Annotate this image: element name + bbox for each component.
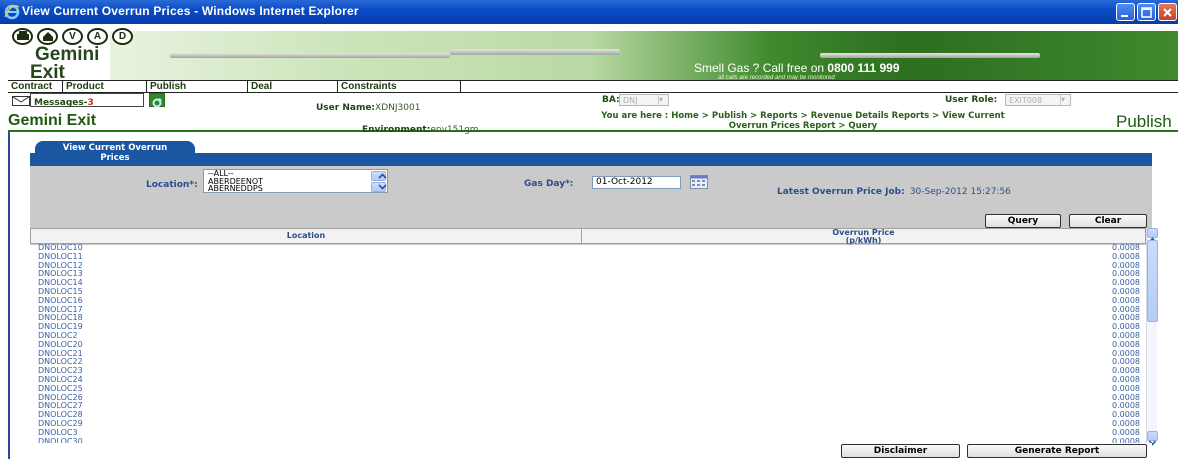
location-listbox[interactable]: --ALL-- ABERDEENOT ABERNEDDPS xyxy=(203,169,388,193)
tab-view-current-overrun-prices[interactable]: View Current Overrun Prices xyxy=(35,141,195,165)
panel-header-bar xyxy=(30,153,1152,166)
refresh-button[interactable] xyxy=(149,93,165,108)
table-header: Location Overrun Price (p/kWh) xyxy=(30,228,1146,245)
table-row: DNOLOC22 0.0008 xyxy=(30,358,1146,367)
table-row: DNOLOC18 0.0008 xyxy=(30,314,1146,323)
banner-pipe xyxy=(170,53,450,58)
breadcrumb: You are here : Home > Publish > Reports … xyxy=(508,111,1098,131)
table-row: DNOLOC16 0.0008 xyxy=(30,296,1146,306)
table-row: DNOLOC14 0.0008 xyxy=(30,278,1146,288)
close-button[interactable] xyxy=(1158,3,1177,21)
d-button[interactable]: D xyxy=(112,28,133,45)
table-row: DNOLOC19 0.0008 xyxy=(30,322,1146,332)
section-title: Publish xyxy=(1116,112,1172,131)
table-row: DNOLOC10 0.0008 xyxy=(30,244,1146,253)
close-icon xyxy=(1163,8,1172,17)
a-button[interactable]: A xyxy=(87,28,108,45)
disclaimer-button[interactable]: Disclaimer xyxy=(841,444,960,458)
latest-overrun-price-job: Latest Overrun Price Job: 30-Sep-2012 15… xyxy=(777,187,1011,197)
scroll-down-button[interactable] xyxy=(1147,431,1158,446)
listbox-scroll-down[interactable] xyxy=(371,182,387,192)
window-title: View Current Overrun Prices - Windows In… xyxy=(22,4,359,18)
table-row: DNOLOC28 0.0008 xyxy=(30,410,1146,420)
breadcrumb-line: Overrun Prices Report > Query xyxy=(728,121,878,131)
ba-select[interactable]: DNJ ▾ xyxy=(619,94,669,106)
browser-window: View Current Overrun Prices - Windows In… xyxy=(0,0,1178,459)
app-title: Gemini Exit xyxy=(8,112,97,129)
table-row: DNOLOC3 0.0008 xyxy=(30,428,1146,438)
banner-pipe xyxy=(450,49,620,55)
user-role-select[interactable]: EXIT008 ▾ xyxy=(1005,94,1071,106)
ba-label: BA: xyxy=(602,95,620,105)
table-row: DNOLOC23 0.0008 xyxy=(30,366,1146,376)
table-row: DNOLOC11 0.0008 xyxy=(30,252,1146,262)
table-scrollbar[interactable] xyxy=(1146,228,1158,446)
refresh-icon xyxy=(152,98,162,108)
query-button[interactable]: Query xyxy=(985,214,1061,228)
chevron-down-icon xyxy=(378,184,387,190)
maximize-icon xyxy=(1141,7,1152,18)
table-row: DNOLOC24 0.0008 xyxy=(30,375,1146,385)
smell-gas-notice: Smell Gas ? Call free on 0800 111 999 xyxy=(694,61,900,75)
menu-contract[interactable]: Contract xyxy=(8,81,62,93)
table-row: DNOLOC25 0.0008 xyxy=(30,384,1146,394)
generate-report-button[interactable]: Generate Report xyxy=(967,444,1147,458)
table-row: DNOLOC13 0.0008 xyxy=(30,270,1146,279)
page-edge xyxy=(1170,132,1178,459)
menu-publish[interactable]: Publish xyxy=(146,81,247,93)
home-icon xyxy=(42,32,53,41)
messages-label: Messages- xyxy=(34,98,88,108)
chevron-up-icon xyxy=(378,173,387,179)
home-button[interactable] xyxy=(37,28,58,45)
main-menu: Contract Product Publish Deal Constraint… xyxy=(8,80,1178,93)
scroll-thumb[interactable] xyxy=(1147,240,1158,322)
chevron-down-icon: ▾ xyxy=(1060,95,1069,105)
table-row: DNOLOC27 0.0008 xyxy=(30,402,1146,411)
listbox-scroll-up[interactable] xyxy=(371,171,387,181)
table-row: DNOLOC21 0.0008 xyxy=(30,349,1146,359)
menu-product[interactable]: Product xyxy=(62,81,146,93)
title-bar: View Current Overrun Prices - Windows In… xyxy=(0,0,1178,24)
location-option[interactable]: ABERNEDDPS xyxy=(204,185,387,193)
menu-constraints[interactable]: Constraints xyxy=(337,81,461,93)
table-row: DNOLOC15 0.0008 xyxy=(30,287,1146,297)
minimize-button[interactable] xyxy=(1116,3,1135,21)
messages-link[interactable]: Messages-3 xyxy=(30,93,144,108)
location-label: Location*: xyxy=(146,180,198,190)
calendar-icon[interactable] xyxy=(690,175,708,189)
table-row: DNOLOC26 0.0008 xyxy=(30,393,1146,403)
table-row: DNOLOC20 0.0008 xyxy=(30,340,1146,350)
page-header: Gemini Exit Environment:env151gm You are… xyxy=(8,110,1178,135)
clear-button[interactable]: Clear xyxy=(1069,214,1147,228)
info-row: Messages-3 User Name:XDNJ3001 BA: DNJ ▾ U… xyxy=(8,93,1178,113)
gas-day-label: Gas Day*: xyxy=(524,179,574,189)
menu-deal[interactable]: Deal xyxy=(247,81,337,93)
tab-label: Prices xyxy=(100,153,130,163)
breadcrumb-line: You are here : Home > Publish > Reports … xyxy=(601,111,1005,121)
table-row: DNOLOC17 0.0008 xyxy=(30,305,1146,315)
v-button[interactable]: V xyxy=(62,28,83,45)
internet-explorer-icon xyxy=(4,4,20,20)
print-button[interactable] xyxy=(12,28,33,45)
printer-icon xyxy=(16,31,29,40)
messages-count: 3 xyxy=(87,98,94,108)
banner-pipe xyxy=(820,53,1040,58)
column-header-overrun-price: Overrun Price (p/kWh) xyxy=(832,228,895,245)
envelope-icon[interactable] xyxy=(12,96,30,106)
scroll-up-button[interactable] xyxy=(1147,228,1158,243)
gas-day-input[interactable]: 01-Oct-2012 xyxy=(592,176,681,189)
table-row: DNOLOC2 0.0008 xyxy=(30,331,1146,341)
results-table: DNOLOC10 0.0008 DNOLOC11 0.0008 DNOLOC12 0.00… xyxy=(30,244,1146,443)
table-row: DNOLOC12 0.0008 xyxy=(30,261,1146,271)
user-role-label: User Role: xyxy=(945,95,998,105)
minimize-icon xyxy=(1121,15,1128,17)
environment: Environment:env151gm xyxy=(362,125,479,135)
table-row: DNOLOC29 0.0008 xyxy=(30,419,1146,429)
chevron-down-icon: ▾ xyxy=(658,95,667,105)
tab-label: View Current Overrun xyxy=(62,143,168,153)
frame-border xyxy=(8,132,10,459)
gas-banner: Smell Gas ? Call free on 0800 111 999 al… xyxy=(110,31,1178,81)
maximize-button[interactable] xyxy=(1137,3,1156,21)
column-header-location: Location xyxy=(31,229,582,243)
